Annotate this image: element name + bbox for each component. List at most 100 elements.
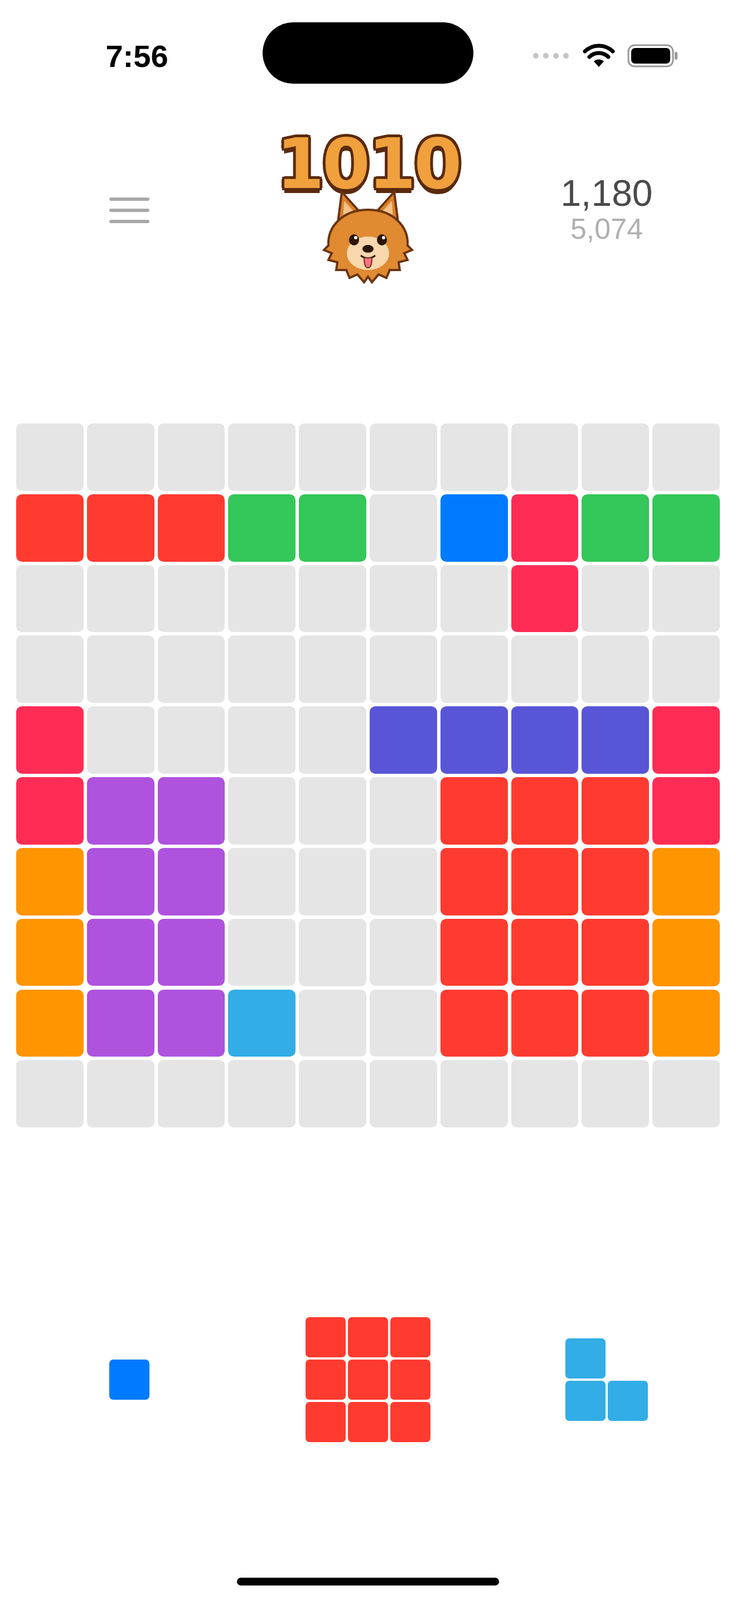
board-cell [298,918,367,986]
board-cell [581,776,650,845]
board-cell [157,705,226,774]
board-cell [86,918,155,986]
piece[interactable] [109,1358,150,1399]
board-cell [86,847,155,915]
cell-fill [298,494,367,562]
board-cell [298,847,367,915]
cell-fill [511,989,579,1057]
board-cell [440,847,508,915]
cell-fill [652,918,720,986]
piece[interactable] [305,1316,431,1442]
cell-fill [16,494,84,562]
board-cell [16,494,84,562]
cell-fill [16,989,84,1057]
current-score: 1,180 [560,172,653,214]
piece[interactable] [565,1337,648,1421]
cell-fill [440,989,508,1057]
board-cell [86,564,155,633]
board-cell [157,423,226,491]
board-cell [298,494,367,562]
board-cell [369,564,438,633]
signal-icon [531,50,571,62]
cell-fill [652,989,720,1057]
piece-cell [347,1401,389,1442]
piece-cell [305,1358,346,1399]
cell-fill [511,564,579,633]
piece-cell [565,1337,606,1378]
piece-cell [305,1316,346,1357]
board-cell [511,776,579,845]
cell-fill [16,847,84,915]
board-cell [511,635,579,703]
piece-cell [565,1380,606,1421]
cell-fill [440,847,508,915]
cell-fill [511,705,579,774]
board-cell [440,776,508,845]
board-cell [157,1059,226,1127]
status-icons [473,43,736,69]
board-cell [440,564,508,633]
board-cell [157,989,226,1057]
board-cell [581,564,650,633]
board-cell [652,776,720,845]
cell-fill [86,918,155,986]
cell-fill [652,494,720,562]
cell-fill [581,918,650,986]
board-cell [652,423,720,491]
cell-fill [228,989,296,1057]
board-cell [298,705,367,774]
cell-fill [652,847,720,915]
logo-text: 1010 [270,126,466,202]
board-cell [86,705,155,774]
board-cell [581,635,650,703]
board-cell [511,564,579,633]
cell-fill [440,705,508,774]
board-cell [298,564,367,633]
board-cell [511,1059,579,1127]
piece-cell [305,1401,346,1442]
board-cell [86,1059,155,1127]
board-cell [228,564,296,633]
board-cell [440,494,508,562]
board-cell [652,989,720,1057]
board-cell [581,494,650,562]
board-cell [511,847,579,915]
board-cell [86,989,155,1057]
board-cell [298,776,367,845]
board-cell [652,918,720,986]
cell-fill [440,494,508,562]
board-cell [86,635,155,703]
board-cell [581,847,650,915]
cell-fill [511,494,579,562]
board-cell [369,989,438,1057]
board-cell [157,847,226,915]
board-cell [440,1059,508,1127]
board-cell [298,1059,367,1127]
dog-icon [320,187,416,286]
board-cell [511,423,579,491]
board-cell [440,635,508,703]
board-cell [369,635,438,703]
cell-fill [369,705,438,774]
board-cell [652,564,720,633]
board-cell [440,918,508,986]
score-panel: 1,1805,074 [560,172,653,244]
board-cell [369,918,438,986]
board-cell [228,847,296,915]
board-cell [16,635,84,703]
piece-cell [607,1337,648,1378]
piece-tray [0,1315,736,1442]
battery-icon [627,43,679,69]
board-cell [228,705,296,774]
board-cell [511,989,579,1057]
board-cell [16,776,84,845]
board-cell [511,918,579,986]
board-cell [157,564,226,633]
cell-fill [581,847,650,915]
board-cell [369,776,438,845]
board-cell [16,918,84,986]
board-cell [16,705,84,774]
menu-icon[interactable] [105,194,153,227]
board-cell [652,494,720,562]
cell-fill [440,776,508,845]
